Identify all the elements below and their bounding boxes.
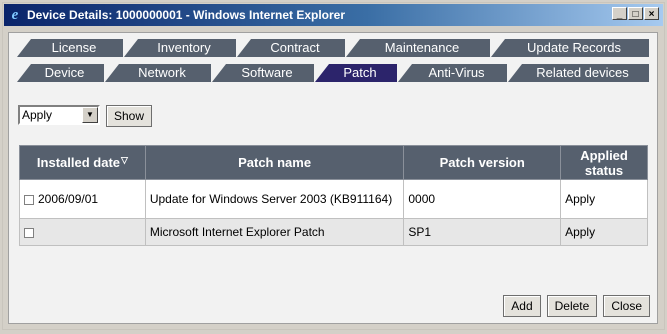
show-button[interactable]: Show xyxy=(106,105,153,127)
tab-related-devices[interactable]: Related devices xyxy=(508,64,649,82)
patch-table: Installed date▽ Patch name Patch version… xyxy=(19,145,648,246)
tab-anti-virus[interactable]: Anti-Virus xyxy=(398,64,507,82)
column-header-installed-date[interactable]: Installed date▽ xyxy=(19,145,146,180)
window-controls: _ □ × xyxy=(611,7,659,20)
close-icon[interactable]: × xyxy=(644,7,659,20)
minimize-icon[interactable]: _ xyxy=(612,7,627,20)
table-header-row: Installed date▽ Patch name Patch version… xyxy=(19,145,648,180)
patch-name-cell: Microsoft Internet Explorer Patch xyxy=(144,218,405,246)
browser-window: e Device Details: 1000000001 - Windows I… xyxy=(2,2,665,330)
tab-contract[interactable]: Contract xyxy=(237,39,345,57)
row-checkbox[interactable] xyxy=(24,194,34,205)
tab-network[interactable]: Network xyxy=(105,64,211,82)
footer-actions: Add Delete Close xyxy=(497,295,650,317)
installed-date-cell: 2006/09/01 xyxy=(19,179,146,219)
tab-license[interactable]: License xyxy=(17,39,123,57)
filter-toolbar: Apply ▼ Show xyxy=(18,105,153,127)
tab-maintenance[interactable]: Maintenance xyxy=(346,39,490,57)
device-details-panel: License Inventory Contract Maintenance U… xyxy=(8,32,658,324)
filter-icon[interactable]: ▽ xyxy=(121,155,128,165)
tab-software[interactable]: Software xyxy=(212,64,314,82)
tab-patch[interactable]: Patch xyxy=(315,64,397,82)
patch-name-cell: Update for Windows Server 2003 (KB911164… xyxy=(144,179,405,219)
status-filter-select[interactable]: Apply ▼ xyxy=(18,105,100,125)
table-row: Microsoft Internet Explorer Patch SP1 Ap… xyxy=(19,218,648,246)
applied-status-cell: Apply xyxy=(560,218,648,246)
row-checkbox[interactable] xyxy=(24,227,34,238)
title-bar: e Device Details: 1000000001 - Windows I… xyxy=(4,4,663,26)
patch-version-cell: 0000 xyxy=(403,179,562,219)
tab-update-records[interactable]: Update Records xyxy=(491,39,649,57)
column-header-patch-name[interactable]: Patch name xyxy=(144,145,405,180)
add-button[interactable]: Add xyxy=(503,295,541,317)
column-header-patch-version[interactable]: Patch version xyxy=(403,145,562,180)
dropdown-arrow-icon[interactable]: ▼ xyxy=(82,107,98,123)
maximize-icon[interactable]: □ xyxy=(628,7,643,20)
column-header-applied-status[interactable]: Applied status xyxy=(560,145,648,180)
window-title: Device Details: 1000000001 - Windows Int… xyxy=(27,8,346,22)
ie-icon: e xyxy=(11,7,19,23)
tab-device[interactable]: Device xyxy=(17,64,104,82)
delete-button[interactable]: Delete xyxy=(546,295,598,317)
table-row: 2006/09/01 Update for Windows Server 200… xyxy=(19,179,648,219)
installed-date-cell xyxy=(19,218,146,246)
status-filter-value: Apply xyxy=(22,108,53,122)
tab-inventory[interactable]: Inventory xyxy=(124,39,236,57)
close-button[interactable]: Close xyxy=(603,295,650,317)
applied-status-cell: Apply xyxy=(560,179,648,219)
patch-version-cell: SP1 xyxy=(403,218,562,246)
